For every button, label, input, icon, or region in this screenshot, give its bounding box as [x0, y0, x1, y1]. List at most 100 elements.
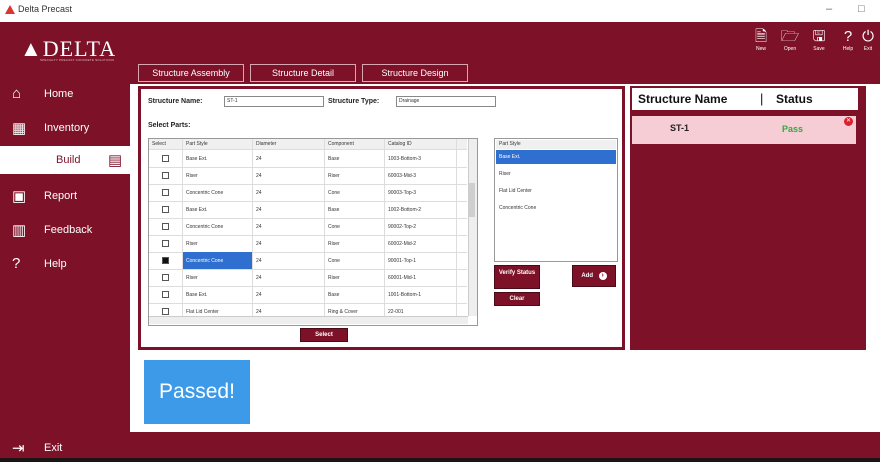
part-style-list[interactable]: Part Style Base Ext. Riser Flat Lid Center C… — [494, 138, 618, 262]
inventory-icon: ▦ — [12, 120, 27, 137]
window-title-bar: Delta Precast – □ — [0, 0, 880, 22]
row-checkbox[interactable] — [162, 274, 169, 281]
structure-type-label: Structure Type: — [328, 98, 380, 105]
help-button[interactable]: ? Help — [837, 28, 859, 52]
catalog-id-cell: 90001-Top-1 — [385, 252, 457, 269]
part-style-cell: Base Ext. — [183, 150, 253, 167]
table-row[interactable]: Riser 24 Riser 60002-Mid-2 — [149, 235, 467, 253]
table-horizontal-scrollbar[interactable] — [149, 316, 468, 324]
open-button[interactable]: 🗁 Open — [779, 28, 801, 52]
component-cell: Riser — [325, 167, 385, 184]
diameter-cell: 24 — [253, 201, 325, 218]
part-style-column[interactable]: Part Style — [183, 139, 253, 149]
list-item[interactable]: Concentric Cone — [496, 201, 616, 215]
table-row[interactable]: Base Ext. 24 Base 1003-Bottom-3 — [149, 150, 467, 168]
maximize-button[interactable]: □ — [858, 3, 865, 15]
help-label: Help — [842, 46, 854, 52]
diameter-cell: 24 — [253, 252, 325, 269]
row-checkbox[interactable] — [162, 291, 169, 298]
diameter-cell: 24 — [253, 218, 325, 235]
sidebar-item-label: Build — [56, 154, 81, 166]
row-checkbox[interactable] — [162, 155, 169, 162]
component-cell: Riser — [325, 269, 385, 286]
row-checkbox[interactable] — [162, 223, 169, 230]
diameter-cell: 24 — [253, 286, 325, 303]
table-vertical-scrollbar[interactable] — [468, 139, 477, 316]
table-row[interactable]: Concentric Cone 24 Cone 90002-Top-2 — [149, 218, 467, 236]
verify-status-button[interactable]: Verify Status — [494, 265, 540, 289]
row-checkbox[interactable] — [162, 206, 169, 213]
save-button[interactable]: 🖫 Save — [808, 28, 830, 52]
select-cell — [149, 218, 183, 235]
component-cell: Cone — [325, 184, 385, 201]
component-column[interactable]: Component — [325, 139, 385, 149]
sidebar-item-feedback[interactable]: ▥ Feedback — [0, 216, 130, 244]
select-cell — [149, 269, 183, 286]
row-checkbox[interactable] — [162, 189, 169, 196]
sidebar-item-label: Exit — [44, 442, 63, 454]
close-icon[interactable]: ✕ — [844, 117, 853, 126]
select-column[interactable]: Select — [149, 139, 183, 149]
tab-structure-detail[interactable]: Structure Detail — [250, 64, 356, 82]
part-style-cell: Riser — [183, 167, 253, 184]
exit-toolbar-button[interactable]: ⏻ Exit — [858, 28, 878, 52]
sidebar-item-build[interactable]: Build ▤ — [0, 146, 130, 174]
new-button[interactable]: 🗎 New — [750, 28, 772, 52]
catalog-id-column[interactable]: Catalog ID — [385, 139, 457, 149]
status-column: Status — [776, 92, 813, 106]
part-style-cell: Riser — [183, 269, 253, 286]
minimize-button[interactable]: – — [826, 3, 832, 15]
table-row[interactable]: Base Ext. 24 Base 1001-Bottom-1 — [149, 286, 467, 304]
list-item[interactable]: Riser — [496, 167, 616, 181]
tab-structure-assembly[interactable]: Structure Assembly — [138, 64, 244, 82]
select-cell — [149, 184, 183, 201]
parts-table[interactable]: Select Part Style Diameter Component Catalog… — [148, 138, 478, 326]
table-row[interactable]: Riser 24 Riser 60003-Mid-3 — [149, 167, 467, 185]
catalog-id-cell: 60002-Mid-2 — [385, 235, 457, 252]
bottom-bar — [130, 432, 880, 458]
add-button[interactable]: Add › — [572, 265, 616, 287]
structure-name-column: Structure Name — [638, 92, 728, 106]
structure-name-input[interactable]: ST-1 — [224, 96, 324, 107]
result-tile: Passed! — [144, 360, 250, 424]
diameter-cell: 24 — [253, 150, 325, 167]
part-style-cell: Base Ext. — [183, 286, 253, 303]
clear-button[interactable]: Clear — [494, 292, 540, 306]
tab-structure-design[interactable]: Structure Design — [362, 64, 468, 82]
component-cell: Cone — [325, 252, 385, 269]
help-circle-icon: ? — [12, 255, 21, 272]
row-checkbox[interactable] — [162, 257, 169, 264]
table-header-row: Select Part Style Diameter Component Catalog… — [149, 139, 467, 150]
list-item[interactable]: Base Ext. — [496, 150, 616, 164]
table-row[interactable]: Riser 24 Riser 60001-Mid-1 — [149, 269, 467, 287]
structure-type-input[interactable]: Drainage — [396, 96, 496, 107]
select-cell — [149, 150, 183, 167]
diameter-cell: 24 — [253, 184, 325, 201]
row-checkbox[interactable] — [162, 240, 169, 247]
sidebar-item-report[interactable]: ▣ Report — [0, 182, 130, 210]
scrollbar-thumb[interactable] — [469, 183, 475, 217]
catalog-id-cell: 1001-Bottom-1 — [385, 286, 457, 303]
sidebar-item-label: Help — [44, 258, 67, 270]
status-row[interactable]: ST-1 Pass ✕ — [632, 116, 856, 144]
table-row[interactable]: Concentric Cone 24 Cone 90003-Top-3 — [149, 184, 467, 202]
list-item[interactable]: Flat Lid Center — [496, 184, 616, 198]
structure-name-label: Structure Name: — [148, 98, 203, 105]
sidebar-item-home[interactable]: ⌂ Home — [0, 80, 130, 108]
component-cell: Cone — [325, 218, 385, 235]
feedback-icon: ▥ — [12, 222, 27, 239]
window-title: Delta Precast — [18, 4, 73, 14]
column-separator: | — [760, 91, 764, 106]
select-button[interactable]: Select — [300, 328, 348, 342]
catalog-id-cell: 60001-Mid-1 — [385, 269, 457, 286]
row-checkbox[interactable] — [162, 308, 169, 315]
save-icon: 🖫 — [812, 28, 826, 45]
sidebar-item-help[interactable]: ? Help — [0, 250, 130, 278]
row-checkbox[interactable] — [162, 172, 169, 179]
status-row-name: ST-1 — [670, 123, 690, 133]
sidebar-item-inventory[interactable]: ▦ Inventory — [0, 114, 130, 142]
arrow-right-icon: › — [598, 272, 607, 280]
table-row[interactable]: Concentric Cone 24 Cone 90001-Top-1 — [149, 252, 467, 270]
table-row[interactable]: Base Ext. 24 Base 1002-Bottom-2 — [149, 201, 467, 219]
diameter-column[interactable]: Diameter — [253, 139, 325, 149]
